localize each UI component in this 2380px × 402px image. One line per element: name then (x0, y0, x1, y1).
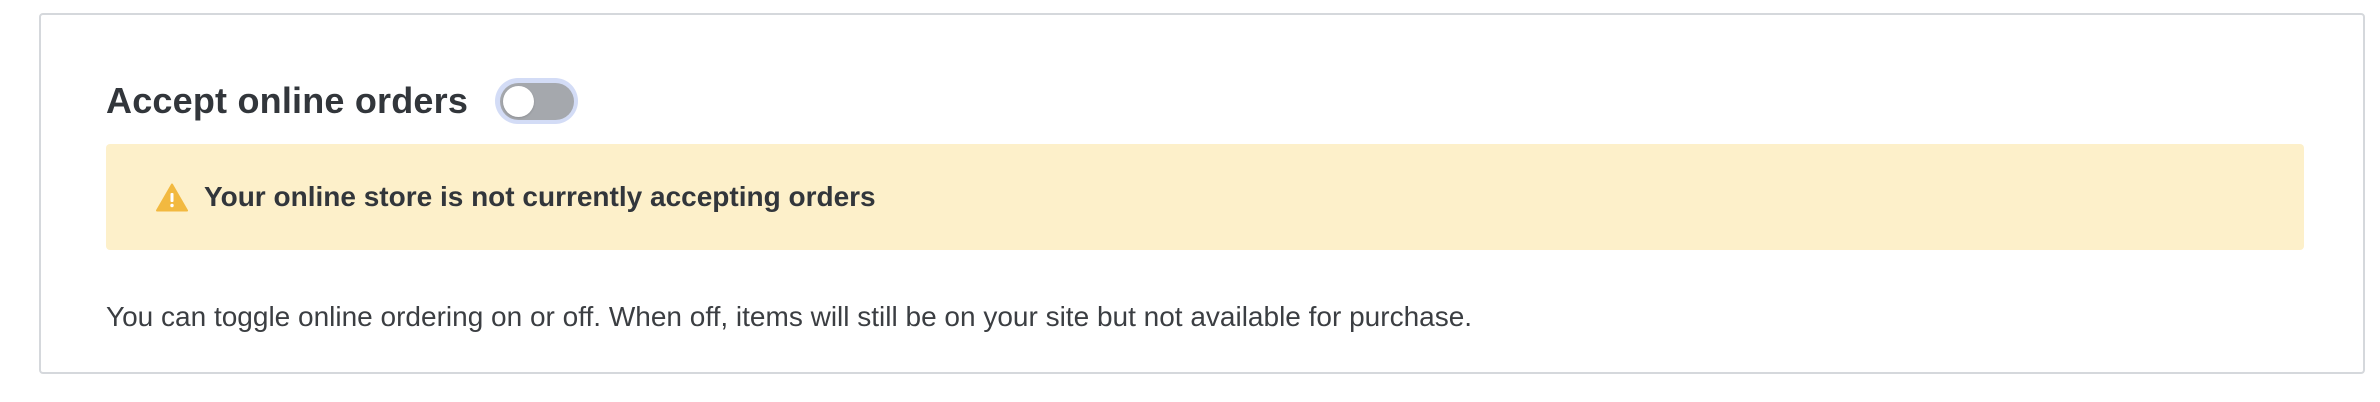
settings-description: You can toggle online ordering on or off… (106, 301, 1473, 332)
toggle-track (499, 82, 574, 120)
settings-header: Accept online orders (106, 67, 579, 135)
settings-title: Accept online orders (106, 80, 469, 121)
toggle-knob (502, 85, 534, 117)
warning-icon (156, 183, 188, 212)
warning-message: Your online store is not currently accep… (204, 181, 876, 212)
warning-banner: Your online store is not currently accep… (106, 144, 2304, 250)
settings-card: Accept online orders Your online store i… (39, 13, 2365, 374)
accept-orders-toggle[interactable] (495, 78, 579, 124)
